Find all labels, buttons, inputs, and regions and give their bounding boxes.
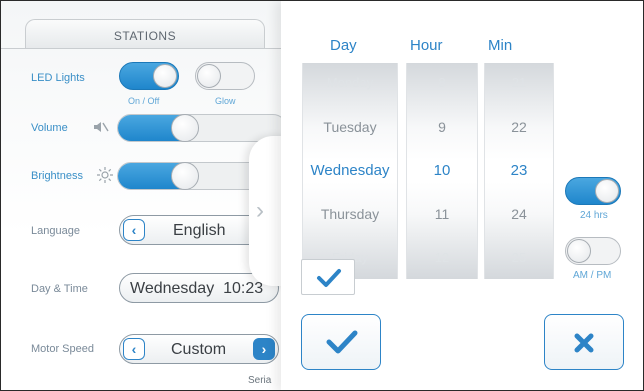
screen: STATIONS LED Lights On / Off Glow Volume…	[0, 0, 644, 391]
led-lights-label: LED Lights	[31, 72, 85, 84]
hour-wheel-item[interactable]: 8	[407, 75, 477, 90]
language-picker[interactable]: ‹ English	[119, 215, 269, 245]
volume-slider-knob[interactable]	[171, 114, 199, 142]
confirm-button[interactable]	[301, 314, 381, 370]
chevron-right-icon[interactable]: ›	[256, 197, 264, 225]
mute-icon	[93, 120, 109, 137]
day-time-label: Day & Time	[31, 283, 88, 295]
hour-wheel-item-selected[interactable]: 10	[407, 162, 477, 179]
motor-speed-picker[interactable]: ‹ Custom ›	[119, 334, 279, 364]
motor-next-button[interactable]: ›	[253, 338, 275, 360]
day-wheel[interactable]: Monday Tuesday Wednesday Thursday Friday	[302, 63, 398, 279]
am-pm-toggle[interactable]	[565, 237, 621, 265]
language-label: Language	[31, 225, 80, 237]
day-wheel-item-selected[interactable]: Wednesday	[303, 162, 397, 179]
sun-icon	[97, 167, 113, 186]
led-onoff-toggle[interactable]	[119, 62, 179, 90]
language-prev-button[interactable]: ‹	[123, 219, 145, 241]
min-column-header: Min	[488, 37, 513, 54]
cancel-button[interactable]	[544, 314, 624, 370]
close-icon	[574, 333, 594, 353]
motor-prev-button[interactable]: ‹	[123, 338, 145, 360]
motor-speed-label: Motor Speed	[31, 343, 94, 355]
check-icon	[326, 330, 358, 354]
led-glow-caption: Glow	[215, 96, 236, 106]
min-wheel-item-selected[interactable]: 23	[485, 162, 553, 179]
hour-wheel-item[interactable]: 11	[407, 206, 477, 222]
am-pm-caption: AM / PM	[573, 270, 612, 281]
day-time-value: Wednesday 10:23	[130, 280, 264, 297]
toggle-knob	[595, 179, 619, 203]
min-wheel-item[interactable]: 24	[485, 206, 553, 222]
volume-label: Volume	[31, 122, 68, 134]
toggle-knob	[153, 64, 177, 88]
serial-label: Seria	[248, 375, 272, 386]
toggle-knob	[197, 64, 221, 88]
motor-speed-value: Custom	[171, 341, 227, 358]
hour-column-header: Hour	[410, 37, 443, 54]
date-time-overlay: Day Hour Min Monday Tuesday Wednesday Th…	[281, 1, 643, 390]
hour-wheel-item[interactable]: 12	[407, 250, 477, 265]
hour-wheel[interactable]: 8 9 10 11 12	[406, 63, 478, 279]
24-hour-toggle[interactable]	[565, 177, 621, 205]
day-column-header: Day	[330, 37, 357, 54]
tab-divider	[1, 48, 301, 49]
led-glow-toggle[interactable]	[195, 62, 255, 90]
min-wheel[interactable]: 21 22 23 24 25	[484, 63, 554, 279]
day-wheel-item[interactable]: Thursday	[303, 206, 397, 222]
led-onoff-caption: On / Off	[128, 96, 160, 106]
day-wheel-item[interactable]: Monday	[303, 75, 397, 90]
min-wheel-item[interactable]: 22	[485, 119, 553, 135]
language-value: English	[173, 222, 226, 239]
toggle-knob	[567, 239, 591, 263]
hour-wheel-item[interactable]: 9	[407, 119, 477, 135]
stations-tab[interactable]: STATIONS	[25, 19, 265, 49]
brightness-label: Brightness	[31, 170, 83, 182]
24-hour-caption: 24 hrs	[580, 210, 608, 221]
min-wheel-item[interactable]: 25	[485, 250, 553, 265]
mini-confirm-button[interactable]	[301, 259, 355, 295]
brightness-slider-knob[interactable]	[171, 162, 199, 190]
day-wheel-item[interactable]: Tuesday	[303, 119, 397, 135]
min-wheel-item[interactable]: 21	[485, 75, 553, 90]
check-icon	[317, 269, 341, 287]
